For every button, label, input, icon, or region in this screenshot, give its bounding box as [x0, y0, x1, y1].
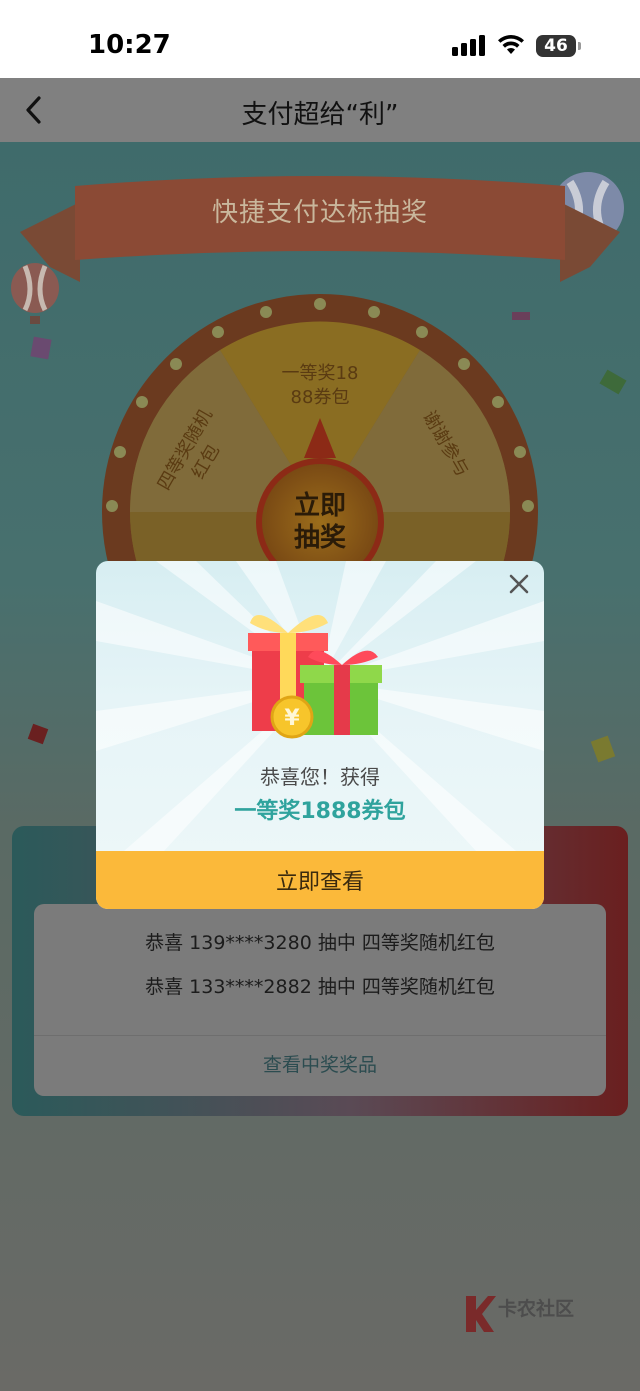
watermark: 卡农社区 — [462, 1292, 582, 1338]
nav-bar: 支付超给“利” — [0, 78, 640, 142]
watermark-text: 卡农社区 — [498, 1298, 575, 1320]
view-now-button[interactable]: 立即查看 — [96, 851, 544, 909]
confetti — [30, 336, 52, 360]
kanong-logo-icon — [466, 1296, 496, 1332]
divider — [34, 1035, 606, 1036]
winner-row: 恭喜 139****3280 抽中 四等奖随机红包 — [145, 932, 495, 954]
winner-row: 恭喜 133****2882 抽中 四等奖随机红包 — [145, 976, 495, 998]
signal-icon — [452, 35, 485, 56]
status-time: 10:27 — [88, 30, 171, 60]
status-bar: 10:27 46 — [0, 0, 640, 78]
svg-text:¥: ¥ — [284, 706, 300, 731]
wheel-segment-first-prize: 一等奖18 88券包 — [281, 363, 359, 408]
draw-button-label: 立即 抽奖 — [293, 491, 346, 553]
congrats-text: 恭喜您！获得 — [260, 765, 380, 789]
close-icon[interactable] — [506, 571, 532, 597]
battery-tip — [578, 42, 581, 50]
confetti — [599, 369, 627, 395]
wifi-icon — [498, 35, 524, 54]
page-title: 支付超给“利” — [241, 100, 399, 130]
confetti — [590, 735, 616, 763]
result-modal: ¥ 恭喜您！获得 一等奖1888券包 立即查看 — [96, 561, 544, 909]
confetti — [27, 723, 49, 745]
view-prizes-link[interactable]: 查看中奖奖品 — [0, 1050, 640, 1077]
banner-title: 快捷支付达标抽奖 — [211, 198, 428, 228]
battery-indicator: 46 — [536, 35, 576, 57]
prize-name: 一等奖1888券包 — [234, 799, 406, 824]
gift-icon: ¥ — [248, 615, 382, 739]
confetti — [512, 312, 530, 320]
